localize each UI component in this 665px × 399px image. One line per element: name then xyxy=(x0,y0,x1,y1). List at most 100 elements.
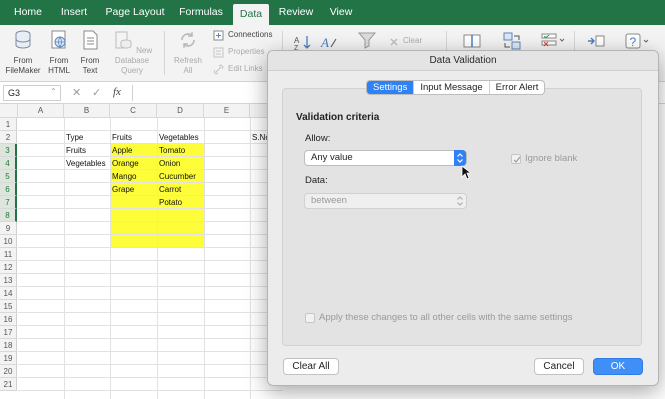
tab-data[interactable]: Data xyxy=(233,4,269,25)
grid-line xyxy=(18,156,283,157)
clear-all-button[interactable]: Clear All xyxy=(283,358,339,375)
settings-panel xyxy=(282,88,642,346)
row-header-1[interactable]: 1 xyxy=(0,118,17,131)
chevron-down-icon[interactable]: ⌃ xyxy=(50,87,57,96)
cell-c5[interactable]: Mango xyxy=(110,170,136,183)
cell-b3[interactable]: Fruits xyxy=(64,144,86,157)
formula-input[interactable] xyxy=(134,85,274,101)
row-header-18[interactable]: 18 xyxy=(0,339,17,352)
select-all-corner[interactable] xyxy=(0,104,18,118)
row-header-2[interactable]: 2 xyxy=(0,131,17,144)
tab-error-alert[interactable]: Error Alert xyxy=(490,81,545,94)
cell-d6[interactable]: Carrot xyxy=(157,183,181,196)
cell-c2[interactable]: Fruits xyxy=(110,131,132,144)
cell-b2[interactable]: Type xyxy=(64,131,83,144)
properties-button[interactable]: Properties xyxy=(228,46,264,58)
tab-formulas[interactable]: Formulas xyxy=(174,0,228,25)
allow-label: Allow: xyxy=(305,133,331,144)
row-header-9[interactable]: 9 xyxy=(0,222,17,235)
column-header-e[interactable]: E xyxy=(204,104,250,118)
row-header-19[interactable]: 19 xyxy=(0,352,17,365)
data-select[interactable]: between xyxy=(304,193,467,209)
cancel-button[interactable]: Cancel xyxy=(534,358,584,375)
dialog-title: Data Validation xyxy=(268,51,658,71)
cell-d4[interactable]: Onion xyxy=(157,157,180,170)
grid-line xyxy=(18,299,283,300)
row-header-17[interactable]: 17 xyxy=(0,326,17,339)
column-header-f[interactable] xyxy=(250,104,268,118)
cell-d5[interactable]: Cucumber xyxy=(157,170,196,183)
database-query-icon xyxy=(115,31,132,49)
row-header-4[interactable]: 4 xyxy=(0,157,17,170)
connections-icon xyxy=(213,30,224,43)
cell-c3[interactable]: Apple xyxy=(110,144,132,157)
group-icon[interactable] xyxy=(586,33,606,51)
row-header-5[interactable]: 5 xyxy=(0,170,17,183)
globe-icon xyxy=(51,30,66,49)
row-header-3[interactable]: 3 xyxy=(0,144,17,157)
column-header-d[interactable]: D xyxy=(157,104,204,118)
row-header-10[interactable]: 10 xyxy=(0,235,17,248)
insert-function-icon[interactable]: fx xyxy=(113,86,121,98)
cell-c6[interactable]: Grape xyxy=(110,183,134,196)
refresh-all-button[interactable]: Refresh All xyxy=(170,29,206,76)
row-header-15[interactable]: 15 xyxy=(0,300,17,313)
from-html-button[interactable]: From HTML xyxy=(44,29,74,76)
row-header-16[interactable]: 16 xyxy=(0,313,17,326)
ok-button[interactable]: OK xyxy=(593,358,643,375)
grid-line xyxy=(18,351,283,352)
row-header-6[interactable]: 6 xyxy=(0,183,17,196)
filter-icon[interactable] xyxy=(357,31,377,51)
formula-divider xyxy=(132,85,133,101)
tab-insert[interactable]: Insert xyxy=(52,0,96,25)
cell-b4[interactable]: Vegetables xyxy=(64,157,106,170)
grid-line xyxy=(204,118,205,399)
row-header-21[interactable]: 21 xyxy=(0,378,17,391)
row-header-13[interactable]: 13 xyxy=(0,274,17,287)
allow-select-value: Any value xyxy=(311,152,353,163)
cancel-formula-icon[interactable]: ✕ xyxy=(72,86,81,99)
row-header-14[interactable]: 14 xyxy=(0,287,17,300)
grid-line xyxy=(18,247,283,248)
tab-settings[interactable]: Settings xyxy=(367,81,415,94)
connections-button[interactable]: Connections xyxy=(228,29,272,41)
column-header-a[interactable]: A xyxy=(18,104,64,118)
refresh-icon xyxy=(181,32,195,48)
tab-review[interactable]: Review xyxy=(275,0,317,25)
clear-button[interactable]: Clear xyxy=(403,35,422,47)
column-header-b[interactable]: B xyxy=(64,104,110,118)
row-header-8[interactable]: 8 xyxy=(0,209,17,222)
tab-page-layout[interactable]: Page Layout xyxy=(100,0,170,25)
cell-c4[interactable]: Orange xyxy=(110,157,139,170)
from-filemaker-label: From FileMaker xyxy=(5,56,41,75)
tab-input-message[interactable]: Input Message xyxy=(414,81,490,94)
ribbon-tab-bar: Home Insert Page Layout Formulas Data Re… xyxy=(0,0,665,25)
grid-line xyxy=(18,143,283,144)
grid-line xyxy=(18,286,283,287)
grid-line xyxy=(18,208,283,209)
data-select-value: between xyxy=(311,195,347,206)
cell-d7[interactable]: Potato xyxy=(157,196,182,209)
new-database-query-button[interactable]: New Database Query xyxy=(104,29,160,76)
enter-formula-icon[interactable]: ✓ xyxy=(92,86,101,99)
apply-to-all-checkbox[interactable] xyxy=(305,313,315,323)
from-filemaker-button[interactable]: From FileMaker xyxy=(4,29,42,76)
grid-line xyxy=(18,364,283,365)
tab-view[interactable]: View xyxy=(322,0,360,25)
cell-d3[interactable]: Tomato xyxy=(157,144,185,157)
row-header-20[interactable]: 20 xyxy=(0,365,17,378)
row-header-7[interactable]: 7 xyxy=(0,196,17,209)
edit-links-icon xyxy=(213,64,224,77)
cell-d2[interactable]: Vegetables xyxy=(157,131,199,144)
row-header-11[interactable]: 11 xyxy=(0,248,17,261)
grid-line xyxy=(18,130,283,131)
from-text-button[interactable]: From Text xyxy=(76,29,104,76)
allow-select[interactable]: Any value xyxy=(304,150,467,166)
grid-line xyxy=(18,221,283,222)
row-header-12[interactable]: 12 xyxy=(0,261,17,274)
grid-line xyxy=(18,169,283,170)
column-header-c[interactable]: C xyxy=(110,104,157,118)
edit-links-button[interactable]: Edit Links xyxy=(228,63,263,75)
ignore-blank-checkbox[interactable] xyxy=(511,154,521,164)
tab-home[interactable]: Home xyxy=(6,0,50,25)
